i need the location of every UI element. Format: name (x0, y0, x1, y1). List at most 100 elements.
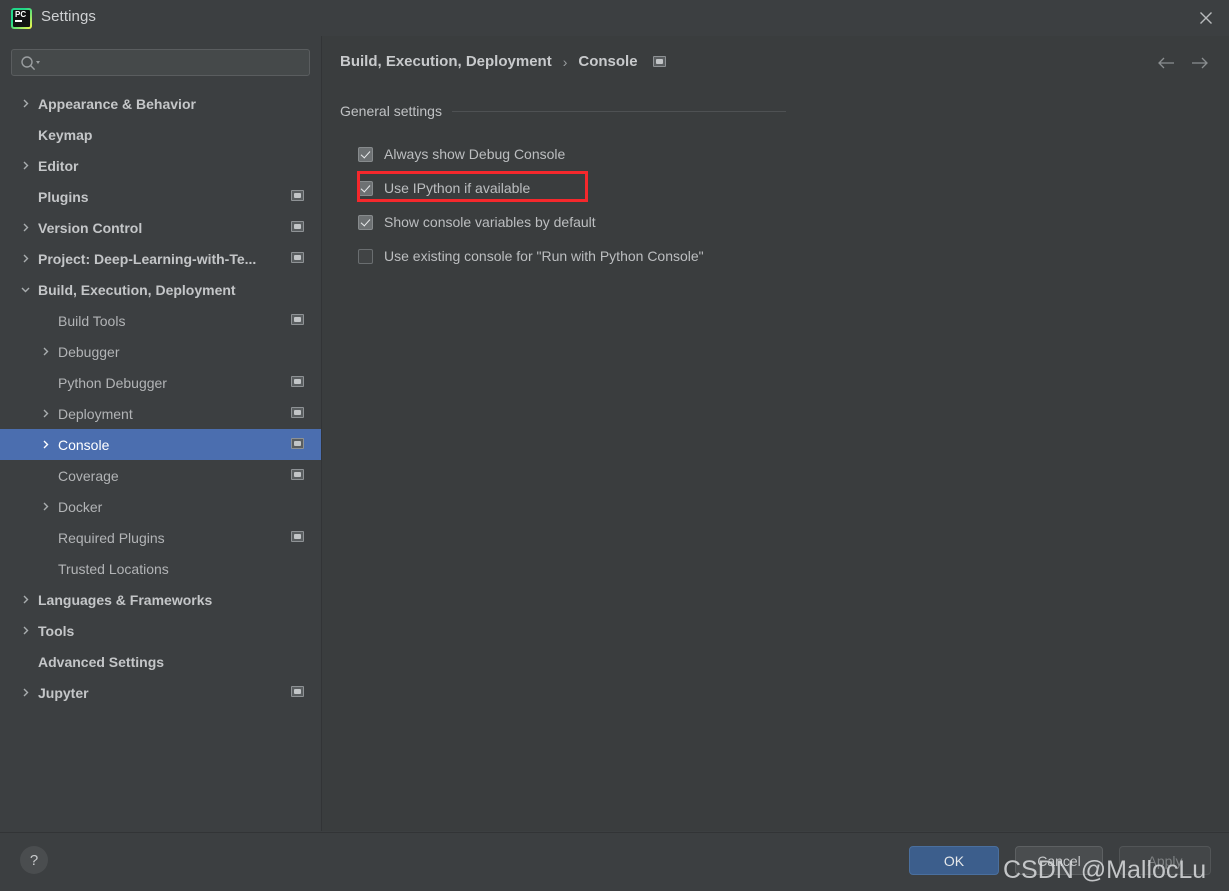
sidebar-item-label: Docker (58, 498, 103, 515)
sidebar-item-trusted-locations[interactable]: Trusted Locations (0, 553, 321, 584)
project-scope-icon (291, 438, 304, 449)
checkbox-label: Use IPython if available (384, 180, 531, 196)
sidebar-item-label: Version Control (38, 219, 143, 236)
sidebar-item-console[interactable]: Console (0, 429, 321, 460)
sidebar-item-label: Debugger (58, 343, 120, 360)
sidebar-item-keymap[interactable]: Keymap (0, 119, 321, 150)
sidebar-item-coverage[interactable]: Coverage (0, 460, 321, 491)
settings-dialog: PC Settings Appearance & Behavior Keymap E… (0, 0, 1229, 891)
sidebar-item-version-control[interactable]: Version Control (0, 212, 321, 243)
breadcrumb-parent[interactable]: Build, Execution, Deployment (340, 53, 552, 70)
checkbox-option-row[interactable]: Show console variables by default (358, 205, 704, 239)
chevron-right-icon[interactable] (18, 624, 32, 638)
checkbox-option-row[interactable]: Always show Debug Console (358, 137, 704, 171)
apply-button[interactable]: Apply (1119, 846, 1211, 875)
chevron-right-icon[interactable] (18, 159, 32, 173)
search-input[interactable] (46, 50, 308, 77)
sidebar-item-appearance-behavior[interactable]: Appearance & Behavior (0, 88, 321, 119)
sidebar-item-label: Appearance & Behavior (38, 95, 196, 112)
sidebar-item-label: Jupyter (38, 684, 89, 701)
section-title: General settings (340, 103, 442, 119)
chevron-right-icon[interactable] (38, 345, 52, 359)
settings-content-panel: Build, Execution, Deployment › Console G… (322, 36, 1229, 831)
sidebar-item-label: Advanced Settings (38, 653, 165, 670)
breadcrumb-separator: › (562, 53, 568, 70)
breadcrumb: Build, Execution, Deployment › Console (340, 53, 666, 70)
chevron-right-icon[interactable] (18, 221, 32, 235)
checkbox-option-row[interactable]: Use IPython if available (358, 171, 704, 205)
title-bar: PC Settings (0, 0, 1229, 37)
cancel-button[interactable]: Cancel (1015, 846, 1103, 875)
sidebar-item-label: Languages & Frameworks (38, 591, 213, 608)
arrow-left-icon[interactable] (1155, 52, 1177, 74)
chevron-right-icon[interactable] (18, 593, 32, 607)
sidebar-item-deployment[interactable]: Deployment (0, 398, 321, 429)
sidebar-item-jupyter[interactable]: Jupyter (0, 677, 321, 708)
ok-button[interactable]: OK (909, 846, 999, 875)
section-header: General settings (340, 103, 786, 119)
chevron-right-icon[interactable] (38, 500, 52, 514)
chevron-right-icon[interactable] (18, 686, 32, 700)
breadcrumb-current: Console (578, 53, 638, 70)
search-icon (20, 55, 42, 71)
search-box[interactable] (11, 49, 310, 77)
project-scope-icon (291, 531, 304, 542)
project-scope-icon (291, 407, 304, 418)
sidebar-item-required-plugins[interactable]: Required Plugins (0, 522, 321, 553)
sidebar-item-tools[interactable]: Tools (0, 615, 321, 646)
checkbox-checked-icon[interactable] (358, 180, 373, 196)
section-divider (451, 110, 786, 112)
project-scope-icon (291, 314, 304, 325)
arrow-right-icon[interactable] (1189, 52, 1211, 74)
sidebar-item-label: Project: Deep-Learning-with-Te... (38, 250, 257, 267)
project-scope-icon (291, 221, 304, 232)
checkbox-checked-icon[interactable] (358, 146, 373, 162)
sidebar-item-plugins[interactable]: Plugins (0, 181, 321, 212)
sidebar-item-label: Deployment (58, 405, 133, 422)
chevron-right-icon[interactable] (18, 97, 32, 111)
sidebar-item-project-deep-learning-with-te[interactable]: Project: Deep-Learning-with-Te... (0, 243, 321, 274)
chevron-right-icon[interactable] (38, 438, 52, 452)
sidebar-item-editor[interactable]: Editor (0, 150, 321, 181)
general-settings-options: Always show Debug Console Use IPython if … (358, 137, 704, 273)
sidebar-item-debugger[interactable]: Debugger (0, 336, 321, 367)
checkbox-unchecked-icon[interactable] (358, 248, 373, 264)
pycharm-logo-icon: PC (11, 8, 32, 29)
project-scope-icon (291, 469, 304, 480)
sidebar-item-docker[interactable]: Docker (0, 491, 321, 522)
sidebar-item-label: Coverage (58, 467, 119, 484)
chevron-right-icon[interactable] (38, 407, 52, 421)
sidebar-item-label: Python Debugger (58, 374, 167, 391)
project-scope-icon (291, 190, 304, 201)
help-button[interactable]: ? (20, 846, 48, 874)
project-scope-icon (291, 376, 304, 387)
project-scope-icon (291, 252, 304, 263)
project-scope-icon (652, 56, 666, 67)
sidebar-item-label: Editor (38, 157, 79, 174)
sidebar-item-advanced-settings[interactable]: Advanced Settings (0, 646, 321, 677)
sidebar-item-python-debugger[interactable]: Python Debugger (0, 367, 321, 398)
settings-sidebar: Appearance & Behavior Keymap Editor Plugins… (0, 36, 322, 831)
sidebar-item-label: Required Plugins (58, 529, 165, 546)
sidebar-item-label: Build Tools (58, 312, 126, 329)
checkbox-option-row[interactable]: Use existing console for "Run with Pytho… (358, 239, 704, 273)
checkbox-label: Always show Debug Console (384, 146, 566, 162)
navigation-arrows (1155, 52, 1211, 74)
checkbox-checked-icon[interactable] (358, 214, 373, 230)
chevron-right-icon[interactable] (18, 252, 32, 266)
chevron-down-icon[interactable] (18, 283, 32, 297)
sidebar-item-build-tools[interactable]: Build Tools (0, 305, 321, 336)
sidebar-item-build-execution-deployment[interactable]: Build, Execution, Deployment (0, 274, 321, 305)
dialog-footer: ? OK Cancel Apply (0, 832, 1229, 891)
sidebar-item-label: Plugins (38, 188, 89, 205)
project-scope-icon (291, 686, 304, 697)
close-icon[interactable] (1183, 0, 1229, 36)
checkbox-label: Use existing console for "Run with Pytho… (384, 248, 704, 264)
window-title: Settings (41, 8, 96, 25)
sidebar-item-label: Keymap (38, 126, 93, 143)
sidebar-item-label: Tools (38, 622, 75, 639)
settings-tree: Appearance & Behavior Keymap Editor Plugins… (0, 88, 321, 708)
sidebar-item-label: Build, Execution, Deployment (38, 281, 236, 298)
sidebar-item-languages-frameworks[interactable]: Languages & Frameworks (0, 584, 321, 615)
sidebar-item-label: Trusted Locations (58, 560, 169, 577)
